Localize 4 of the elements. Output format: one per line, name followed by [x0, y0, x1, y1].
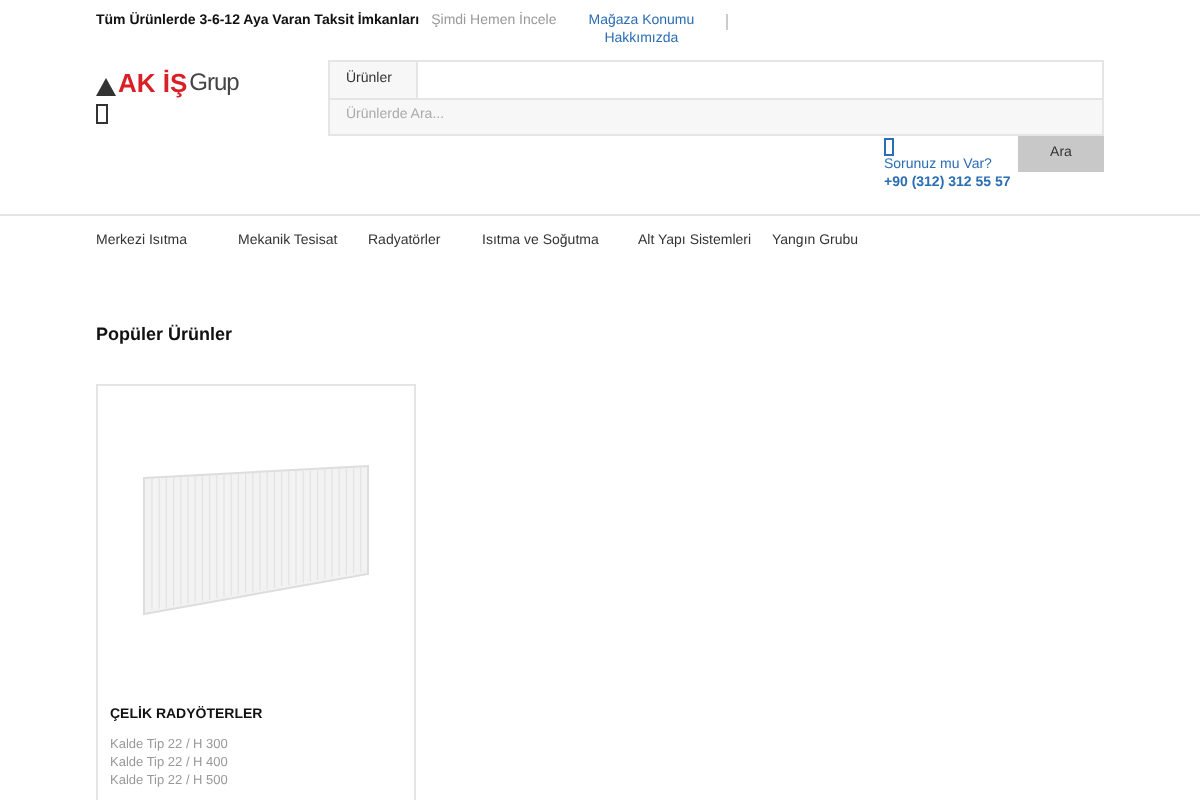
missing-glyph-icon	[884, 138, 894, 156]
logo[interactable]: AK İŞGrup	[96, 70, 328, 96]
missing-glyph-icon	[96, 104, 108, 124]
section-title: Popüler Ürünler	[94, 321, 235, 348]
